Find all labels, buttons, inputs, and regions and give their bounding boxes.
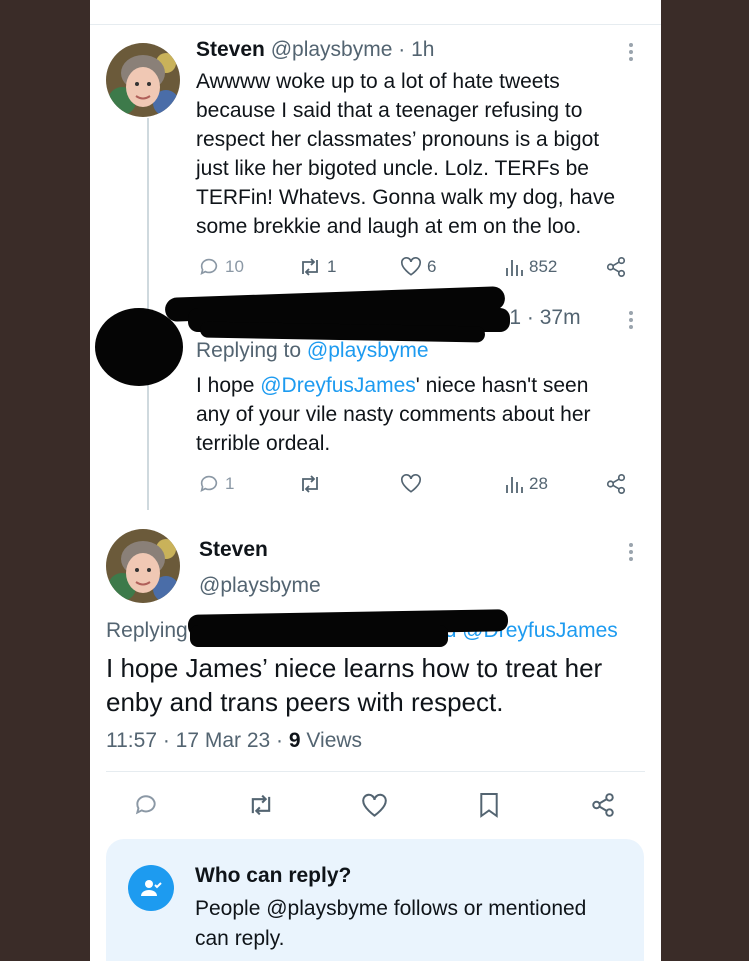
avatar-steven[interactable] [106, 529, 180, 603]
reply-icon [135, 795, 156, 815]
actions-divider [106, 771, 645, 772]
tweet2-text-suffix: ' niece hasn't seen [415, 374, 589, 397]
redaction-bar [190, 625, 448, 647]
tweet1-header: Steven @playsbyme · 1h [196, 38, 434, 62]
main-tweet-line: I hope James’ niece learns how to treat … [106, 653, 603, 683]
main-share-button[interactable] [590, 792, 616, 823]
tweet2-line: any of your vile nasty comments about he… [196, 403, 591, 426]
tweet1-line: because I said that a teenager refusing … [196, 99, 583, 122]
main-tweet-views-label[interactable]: Views [301, 729, 362, 752]
tweet1-view-count: 852 [529, 257, 558, 276]
tweet1-line: Awwww woke up to a lot of hate tweets [196, 70, 560, 93]
tweet2-share-button[interactable] [605, 473, 627, 495]
main-tweet-timestamp[interactable]: 11:57 · 17 Mar 23 · [106, 729, 289, 752]
tweet2-reply-button[interactable]: 1 [198, 473, 234, 495]
main-tweet-meta: 11:57 · 17 Mar 23 · 9 Views [106, 729, 362, 753]
tweet1-share-button[interactable] [605, 256, 627, 278]
main-tweet-name[interactable]: Steven [199, 538, 268, 562]
tweet2-reply-count: 1 [225, 474, 235, 493]
avatar-steven[interactable] [106, 43, 180, 117]
tweet1-like-count: 6 [427, 256, 437, 276]
bookmark-icon [480, 793, 498, 818]
tweet1-views-button[interactable]: 852 [504, 256, 557, 278]
more-icon[interactable] [629, 543, 635, 564]
tweet2-line: I hope @DreyfusJames' niece hasn't seen [196, 371, 656, 400]
person-check-icon [128, 865, 174, 911]
tweet2-mention[interactable]: @DreyfusJames [260, 374, 416, 397]
tweet2-replying-to: Replying to @playsbyme [196, 339, 429, 363]
main-tweet-line: enby and trans peers with respect. [106, 687, 504, 717]
tweet2-replying-handle[interactable]: @playsbyme [307, 339, 429, 362]
tweet1-reply-count: 10 [225, 257, 244, 276]
tweet2-view-count: 28 [529, 474, 548, 493]
tweet1-reply-button[interactable]: 10 [198, 256, 244, 278]
tweet1-text: Awwww woke up to a lot of hate tweets be… [196, 67, 646, 241]
who-can-reply-title: Who can reply? [195, 864, 352, 887]
tweet2-text-prefix: I hope [196, 374, 261, 397]
tweet1-name[interactable]: Steven [196, 38, 265, 61]
who-can-reply-line: can reply. [195, 927, 285, 950]
reply-icon [200, 475, 218, 492]
share-icon [592, 793, 614, 817]
tweet1-line: some brekkie and laugh at em on the loo. [196, 215, 582, 238]
tweet1-line: TERFin! Whatevs. Gonna walk my dog, have [196, 186, 616, 209]
tweet1-line: respect her classmates’ pronouns is a bi… [196, 128, 600, 151]
tweet1-line: just like her bigoted uncle. Lolz. TERFs… [196, 157, 589, 180]
tweet1-retweet-button[interactable]: 1 [298, 256, 336, 278]
main-tweet-text: I hope James’ niece learns how to treat … [106, 651, 646, 719]
tweet2-line: terrible ordeal. [196, 432, 331, 455]
main-tweet-views-count[interactable]: 9 [289, 729, 301, 752]
tweet1-like-button[interactable]: 6 [400, 256, 436, 277]
tweet-thread-panel: Steven @playsbyme · 1h Awwww woke up to … [90, 0, 661, 961]
tweet1-handle[interactable]: @playsbyme [271, 38, 393, 61]
tweet1-retweet-count: 1 [327, 257, 337, 276]
main-bookmark-button[interactable] [478, 791, 500, 824]
tweet2-retweet-button[interactable] [298, 473, 322, 495]
like-icon [401, 256, 421, 276]
more-icon[interactable] [629, 43, 635, 64]
views-icon [506, 260, 523, 276]
more-icon[interactable] [629, 311, 635, 332]
main-replying-prefix: Replying [106, 619, 188, 642]
tweet2-text: I hope @DreyfusJames' niece hasn't seen … [196, 371, 656, 458]
who-can-reply-line: People @playsbyme follows or mentioned [195, 897, 587, 920]
retweet-icon [302, 258, 318, 276]
tweet2-views-button[interactable]: 28 [504, 473, 548, 495]
share-icon [606, 257, 626, 277]
main-like-button[interactable] [361, 793, 388, 823]
retweet-icon [302, 475, 318, 493]
share-icon [606, 474, 626, 494]
tweet2-time[interactable]: · 37m [527, 306, 581, 329]
top-divider [90, 24, 661, 25]
like-icon [362, 793, 387, 817]
who-can-reply-description: People @playsbyme follows or mentioned c… [195, 894, 635, 954]
views-icon [506, 477, 523, 493]
main-reply-button[interactable] [133, 792, 159, 823]
like-icon [401, 473, 421, 493]
tweet2-like-button[interactable] [400, 473, 422, 494]
reply-icon [200, 258, 218, 275]
retweet-icon [251, 794, 271, 816]
main-tweet-handle[interactable]: @playsbyme [199, 574, 321, 598]
tweet2-replying-prefix: Replying to [196, 339, 307, 362]
main-retweet-button[interactable] [247, 792, 275, 823]
tweet1-time[interactable]: · 1h [398, 38, 434, 61]
